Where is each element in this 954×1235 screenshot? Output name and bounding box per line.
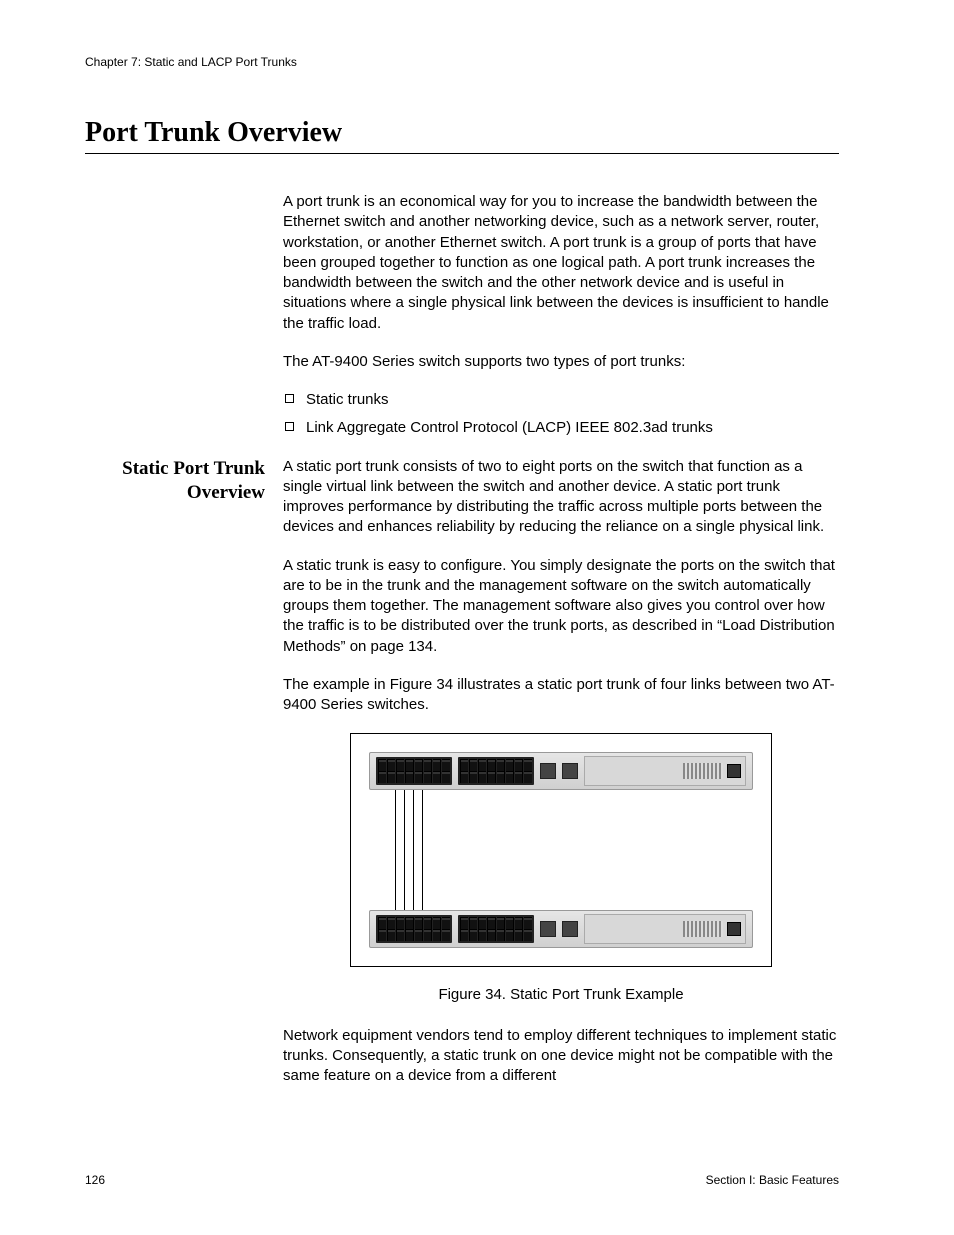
side-col-empty: [85, 192, 265, 457]
port-block: [376, 915, 452, 943]
intro-body: A port trunk is an economical way for yo…: [283, 192, 839, 457]
section-block: Static Port Trunk Overview A static port…: [85, 457, 839, 1105]
led-array: [683, 921, 723, 937]
intro-para-2: The AT-9400 Series switch supports two t…: [283, 352, 839, 372]
page-footer: 126 Section I: Basic Features: [85, 1173, 839, 1187]
page: Chapter 7: Static and LACP Port Trunks P…: [0, 0, 954, 1235]
sfp-slot: [562, 763, 578, 779]
square-bullet-icon: [285, 394, 294, 403]
square-bullet-icon: [285, 422, 294, 431]
port-block: [458, 757, 534, 785]
bullet-list: Static trunks Link Aggregate Control Pro…: [283, 390, 839, 439]
intro-para-1: A port trunk is an economical way for yo…: [283, 192, 839, 334]
section-body: A static port trunk consists of two to e…: [283, 457, 839, 1105]
section-para-4: Network equipment vendors tend to employ…: [283, 1026, 839, 1087]
section-para-2: A static trunk is easy to configure. You…: [283, 556, 839, 657]
trunk-links: [395, 790, 425, 910]
figure-34: [350, 733, 772, 967]
page-number: 126: [85, 1173, 105, 1187]
switch-top: [369, 752, 753, 790]
section-para-1: A static port trunk consists of two to e…: [283, 457, 839, 538]
sfp-slot: [540, 921, 556, 937]
side-heading-line2: Overview: [187, 482, 265, 503]
port-block: [376, 757, 452, 785]
intro-block: A port trunk is an economical way for yo…: [85, 192, 839, 457]
status-panel: [584, 756, 746, 786]
bullet-item: Static trunks: [283, 390, 839, 410]
panel-module: [727, 922, 741, 936]
section-label: Section I: Basic Features: [706, 1173, 839, 1187]
side-col: Static Port Trunk Overview: [85, 457, 265, 1105]
bullet-item: Link Aggregate Control Protocol (LACP) I…: [283, 418, 839, 438]
bullet-text: Link Aggregate Control Protocol (LACP) I…: [306, 418, 713, 438]
led-array: [683, 763, 723, 779]
bullet-text: Static trunks: [306, 390, 389, 410]
section-para-3: The example in Figure 34 illustrates a s…: [283, 675, 839, 716]
chapter-header: Chapter 7: Static and LACP Port Trunks: [85, 55, 839, 69]
side-heading-line1: Static Port Trunk: [122, 458, 265, 479]
panel-module: [727, 764, 741, 778]
sfp-slot: [540, 763, 556, 779]
status-panel: [584, 914, 746, 944]
page-title: Port Trunk Overview: [85, 117, 839, 154]
sfp-slot: [562, 921, 578, 937]
side-heading: Static Port Trunk Overview: [85, 457, 265, 506]
port-block: [458, 915, 534, 943]
switch-bottom: [369, 910, 753, 948]
figure-caption: Figure 34. Static Port Trunk Example: [283, 985, 839, 1005]
